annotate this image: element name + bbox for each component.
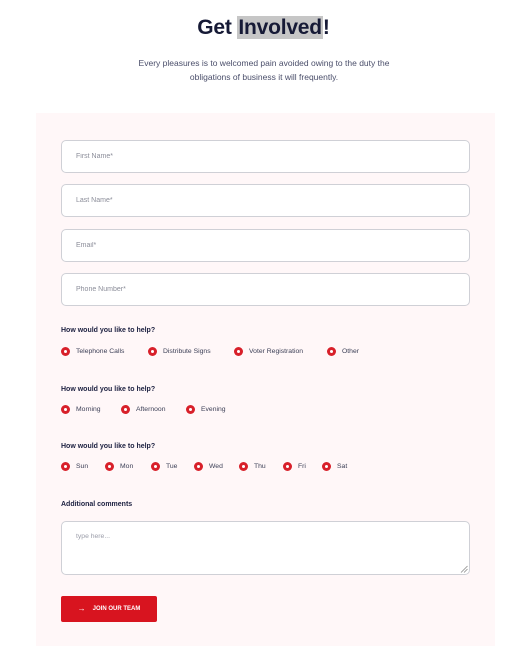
radio-option-other[interactable]: Other	[327, 347, 359, 356]
resize-grip-icon[interactable]	[460, 565, 468, 573]
radio-icon[interactable]	[327, 347, 336, 356]
time-of-day-question: How would you like to help?	[61, 386, 156, 393]
radio-option-fri[interactable]: Fri	[283, 462, 306, 471]
title-prefix: Get	[197, 16, 238, 39]
last-name-field[interactable]	[61, 184, 470, 217]
radio-icon[interactable]	[121, 405, 130, 414]
radio-option-sat[interactable]: Sat	[322, 462, 347, 471]
radio-option-afternoon[interactable]: Afternoon	[121, 405, 165, 414]
subtitle-line-2: obligations of business it will frequent…	[189, 72, 339, 82]
radio-option-label: Sat	[337, 463, 348, 470]
radio-option-tue[interactable]: Tue	[151, 462, 177, 471]
radio-icon[interactable]	[239, 462, 248, 471]
radio-option-sun[interactable]: Sun	[61, 462, 88, 471]
radio-option-label: Voter Registration	[249, 348, 304, 355]
radio-icon[interactable]	[151, 462, 160, 471]
radio-icon[interactable]	[61, 347, 70, 356]
email-field[interactable]	[61, 229, 470, 262]
radio-icon[interactable]	[234, 347, 243, 356]
radio-option-evening[interactable]: Evening	[186, 405, 226, 414]
title-highlight: Involved	[237, 16, 323, 39]
page-subtitle: Every pleasures is to welcomed pain avoi…	[118, 56, 410, 84]
radio-option-voter-registration[interactable]: Voter Registration	[234, 347, 303, 356]
radio-option-label: Evening	[201, 406, 226, 413]
radio-icon[interactable]	[194, 462, 203, 471]
radio-option-label: Tue	[166, 463, 178, 470]
radio-option-label: Thu	[254, 463, 266, 470]
radio-option-label: Fri	[298, 463, 306, 470]
radio-icon[interactable]	[61, 405, 70, 414]
radio-option-label: Telephone Calls	[76, 348, 125, 355]
radio-icon[interactable]	[61, 462, 70, 471]
radio-icon[interactable]	[186, 405, 195, 414]
phone-number-field[interactable]	[61, 273, 470, 306]
first-name-field[interactable]	[61, 140, 470, 173]
day-of-week-question: How would you like to help?	[61, 443, 156, 450]
radio-option-label: Morning	[76, 406, 101, 413]
radio-option-wed[interactable]: Wed	[194, 462, 223, 471]
radio-option-label: Other	[342, 348, 359, 355]
radio-option-telephone-calls[interactable]: Telephone Calls	[61, 347, 124, 356]
comments-textarea[interactable]	[61, 521, 470, 575]
radio-option-label: Afternoon	[136, 406, 166, 413]
additional-comments-label: Additional comments	[61, 501, 133, 508]
radio-icon[interactable]	[105, 462, 114, 471]
radio-option-label: Wed	[209, 463, 223, 470]
radio-icon[interactable]	[148, 347, 157, 356]
radio-icon[interactable]	[283, 462, 292, 471]
join-button-label: JOIN OUR TEAM	[92, 606, 141, 612]
arrow-right-icon: →	[77, 604, 86, 613]
page-title: Get Involved!	[0, 16, 527, 40]
radio-option-morning[interactable]: Morning	[61, 405, 101, 414]
radio-option-mon[interactable]: Mon	[105, 462, 133, 471]
radio-icon[interactable]	[322, 462, 331, 471]
radio-option-distribute-signs[interactable]: Distribute Signs	[148, 347, 211, 356]
radio-option-label: Mon	[120, 463, 134, 470]
help-type-question: How would you like to help?	[61, 327, 156, 334]
join-our-team-button[interactable]: → JOIN OUR TEAM	[61, 596, 157, 622]
radio-option-label: Sun	[76, 463, 89, 470]
subtitle-line-1: Every pleasures is to welcomed pain avoi…	[138, 58, 390, 68]
title-suffix: !	[322, 16, 330, 39]
radio-option-label: Distribute Signs	[163, 348, 211, 355]
radio-option-thu[interactable]: Thu	[239, 462, 266, 471]
